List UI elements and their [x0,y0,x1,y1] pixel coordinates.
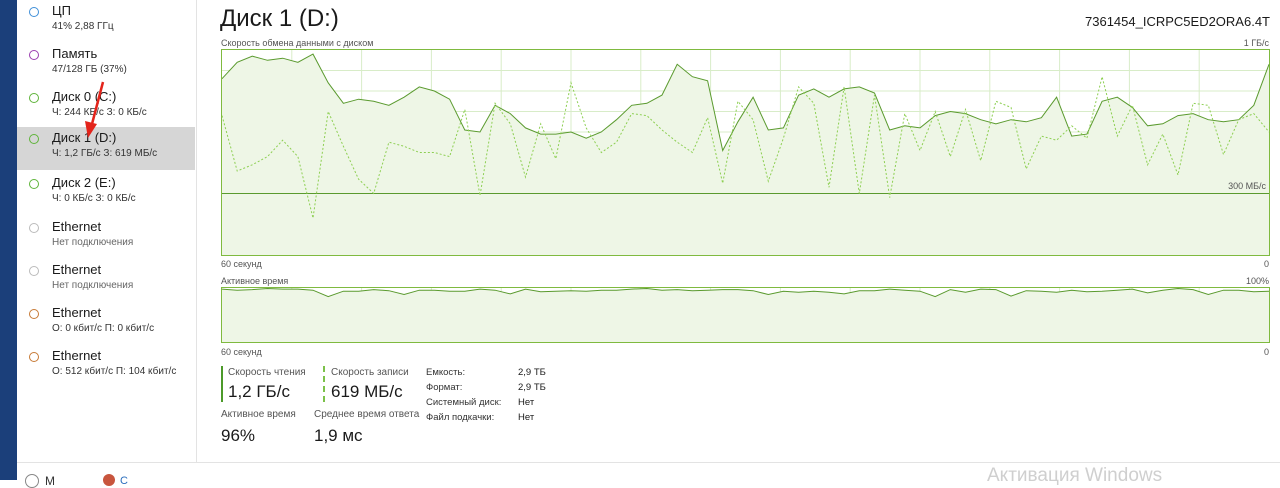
response-time-label: Среднее время ответа [314,409,420,420]
activation-watermark: Активация Windows [987,465,1163,486]
write-speed-label: Скорость записи [331,367,409,378]
write-speed-value: 619 МБ/с [331,382,403,401]
active-graph-svg [222,288,1270,342]
sidebar-item-sub: Нет подключения [52,237,134,248]
read-speed-value: 1,2 ГБ/с [228,382,290,401]
sidebar-item-sub: 47/128 ГБ (37%) [52,64,127,75]
transfer-graph-label: Скорость обмена данными с диском [221,38,374,48]
sidebar-item-ethernet-2[interactable]: Ethernet Нет подключения [17,259,195,302]
write-legend-bar [323,366,325,402]
sidebar-item-label: Ethernet [52,219,102,234]
ethernet-indicator-icon [29,309,39,319]
sidebar-item-label: Диск 2 (E:) [52,175,116,190]
sidebar-item-memory[interactable]: Память 47/128 ГБ (37%) [17,43,195,86]
format-label: Формат: [426,382,463,393]
sidebar-item-sub: 41% 2,88 ГГц [52,21,114,32]
disk-indicator-icon [29,93,39,103]
sidebar-item-label: Ethernet [52,262,102,277]
desktop-edge [0,0,17,480]
sidebar-item-label: Ethernet [52,348,102,363]
ethernet-indicator-icon [29,223,39,233]
sidebar: ЦП 41% 2,88 ГГц Память 47/128 ГБ (37%) Д… [17,0,197,462]
active-time-label: 60 секунд [221,347,262,357]
capacity-value: 2,9 ТБ [518,367,546,378]
sidebar-item-label: Диск 1 (D:) [52,130,117,145]
sidebar-item-label: Диск 0 (C:) [52,89,117,104]
transfer-graph-max: 1 ГБ/с [1243,38,1269,48]
transfer-graph: 300 МБ/с [221,49,1270,256]
sidebar-item-label: Память [52,46,98,61]
transfer-graph-mid: 300 МБ/с [1228,181,1266,191]
sidebar-item-sub: О: 0 кбит/с П: 0 кбит/с [52,323,155,334]
sidebar-item-ethernet-1[interactable]: Ethernet Нет подключения [17,216,195,259]
format-value: 2,9 ТБ [518,382,546,393]
disk-indicator-icon [29,134,39,144]
active-graph-max: 100% [1245,276,1269,286]
sidebar-item-disk0[interactable]: Диск 0 (C:) Ч: 244 КБ/с З: 0 КБ/с [17,86,195,129]
disk-indicator-icon [29,179,39,189]
system-disk-label: Системный диск: [426,397,502,408]
capacity-label: Емкость: [426,367,466,378]
read-legend-bar [221,366,223,402]
sidebar-item-sub: Нет подключения [52,280,134,291]
resource-monitor-icon[interactable] [103,474,115,486]
memory-indicator-icon [29,50,39,60]
ethernet-indicator-icon [29,266,39,276]
cpu-indicator-icon [29,7,39,17]
sidebar-item-sub: Ч: 0 КБ/с З: 0 КБ/с [52,193,136,204]
read-speed-label: Скорость чтения [228,367,306,378]
sidebar-item-sub: О: 512 кбит/с П: 104 кбит/с [52,366,177,377]
footer-bar: М С Активация Windows [17,462,1280,488]
sidebar-item-label: Ethernet [52,305,102,320]
active-time-stat-value: 96% [221,426,256,445]
sidebar-item-ethernet-3[interactable]: Ethernet О: 0 кбит/с П: 0 кбит/с [17,302,195,345]
active-graph [221,287,1270,343]
fewer-details-link[interactable]: М [45,474,55,488]
pagefile-label: Файл подкачки: [426,412,495,423]
read-speed-area [222,54,1269,255]
transfer-zero-label: 0 [1263,259,1269,269]
sidebar-item-cpu[interactable]: ЦП 41% 2,88 ГГц [17,0,195,43]
transfer-graph-svg [222,50,1270,255]
sidebar-item-ethernet-4[interactable]: Ethernet О: 512 кбит/с П: 104 кбит/с [17,345,195,388]
sidebar-item-sub: Ч: 1,2 ГБ/с З: 619 МБ/с [52,148,158,159]
resource-monitor-link[interactable]: С [120,475,128,487]
active-graph-label: Активное время [221,276,289,286]
chevron-up-icon[interactable] [25,474,39,488]
active-time-area [222,288,1269,342]
transfer-time-label: 60 секунд [221,259,262,269]
pagefile-value: Нет [518,412,535,423]
active-time-stat-label: Активное время [221,409,296,420]
sidebar-item-label: ЦП [52,3,71,18]
page-title: Диск 1 (D:) [220,5,339,32]
active-zero-label: 0 [1263,347,1269,357]
sidebar-item-disk1[interactable]: Диск 1 (D:) Ч: 1,2 ГБ/с З: 619 МБ/с [17,127,195,170]
system-disk-value: Нет [518,397,535,408]
sidebar-item-sub: Ч: 244 КБ/с З: 0 КБ/с [52,107,147,118]
disk-model: 7361454_ICRPC5ED2ORA6.4T [1085,14,1270,29]
sidebar-item-disk2[interactable]: Диск 2 (E:) Ч: 0 КБ/с З: 0 КБ/с [17,172,195,215]
ethernet-indicator-icon [29,352,39,362]
response-time-value: 1,9 мс [314,426,363,445]
